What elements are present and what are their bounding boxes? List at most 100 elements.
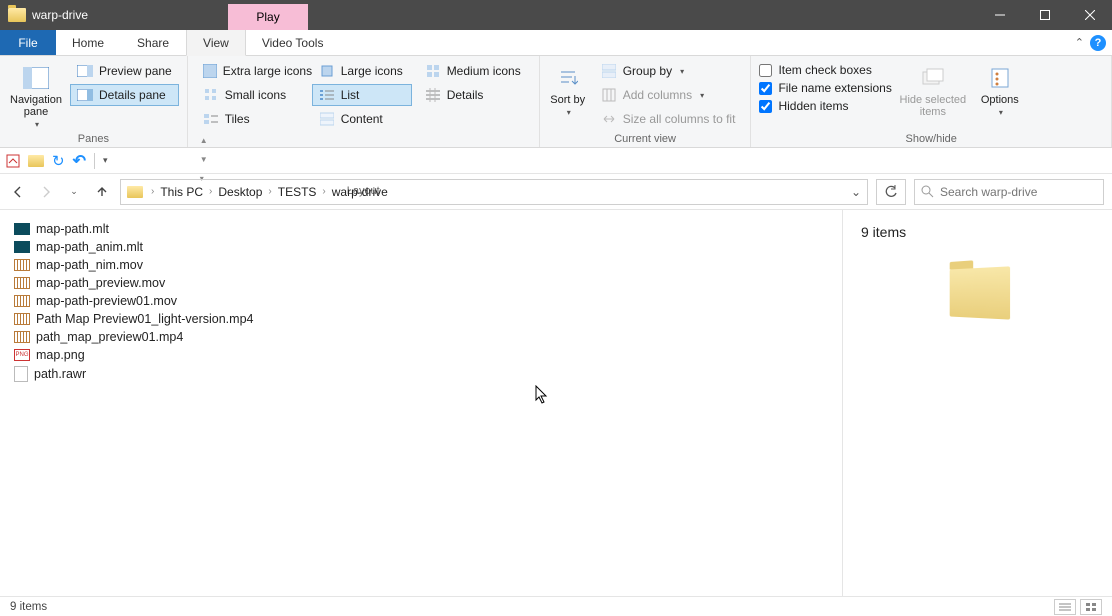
details-pane-button[interactable]: Details pane <box>70 84 179 106</box>
view-thumbnails-button[interactable] <box>1080 599 1102 615</box>
item-check-boxes-toggle[interactable]: Item check boxes <box>759 62 891 78</box>
layout-tiles[interactable]: Tiles <box>196 108 306 130</box>
sort-by-button[interactable]: Sort by▾ <box>548 60 588 117</box>
qat-redo-icon[interactable]: ↻ <box>52 152 65 170</box>
group-current-view-label: Current view <box>548 131 743 145</box>
mov-file-icon <box>14 295 30 307</box>
size-columns-icon <box>601 111 617 127</box>
collapse-ribbon-icon[interactable]: ⌃ <box>1075 36 1084 49</box>
details-pane-label: Details pane <box>99 88 166 102</box>
address-dropdown-icon[interactable]: ⌄ <box>845 185 867 199</box>
layout-extra-large[interactable]: Extra large icons <box>196 60 306 82</box>
tab-home[interactable]: Home <box>56 30 121 55</box>
context-tab-play[interactable]: Play <box>228 4 308 30</box>
search-input[interactable] <box>940 185 1097 199</box>
ribbon: Navigation pane ▾ Preview pane Details p… <box>0 56 1112 148</box>
navigation-pane-button[interactable]: Navigation pane ▾ <box>8 60 64 129</box>
search-icon <box>921 185 934 198</box>
mlt-file-icon <box>14 241 30 253</box>
list-item[interactable]: map-path_preview.mov <box>14 274 828 292</box>
recent-locations-button[interactable]: ⌄ <box>64 182 84 202</box>
list-item[interactable]: path_map_preview01.mp4 <box>14 328 828 346</box>
hidden-items-toggle[interactable]: Hidden items <box>759 98 891 114</box>
details-icon <box>425 87 441 103</box>
file-list[interactable]: map-path.mlt map-path_anim.mlt map-path_ni… <box>0 210 842 596</box>
help-icon[interactable]: ? <box>1090 35 1106 51</box>
file-name: path_map_preview01.mp4 <box>36 330 183 344</box>
breadcrumb-this-pc[interactable]: This PC <box>156 185 207 199</box>
layout-details[interactable]: Details <box>418 84 528 106</box>
layout-large[interactable]: Large icons <box>312 60 412 82</box>
sort-icon <box>554 64 582 92</box>
file-name: map.png <box>36 348 85 362</box>
details-pane: 9 items <box>842 210 1112 596</box>
group-current-view: Sort by▾ Group by▾ Add columns▾ Size all… <box>540 56 752 147</box>
folder-icon <box>8 8 26 22</box>
minimize-button[interactable] <box>977 0 1022 30</box>
layout-medium[interactable]: Medium icons <box>418 60 528 82</box>
png-file-icon: PNG <box>14 349 30 361</box>
layout-scroll-down[interactable]: ▼ <box>200 155 208 164</box>
refresh-button[interactable] <box>876 179 906 205</box>
qat-customize-icon[interactable]: ▾ <box>103 155 108 166</box>
list-item[interactable]: map-path.mlt <box>14 220 828 238</box>
layout-small[interactable]: Small icons <box>196 84 306 106</box>
list-item[interactable]: map-path-preview01.mov <box>14 292 828 310</box>
layout-content[interactable]: Content <box>312 108 412 130</box>
details-pane-icon <box>77 87 93 103</box>
list-item[interactable]: Path Map Preview01_light-version.mp4 <box>14 310 828 328</box>
qat-properties-icon[interactable] <box>6 154 20 168</box>
qat-undo-icon[interactable]: ↶ <box>73 151 86 171</box>
tab-file[interactable]: File <box>0 30 56 55</box>
file-name: map-path_preview.mov <box>36 276 165 290</box>
size-columns-button[interactable]: Size all columns to fit <box>594 108 743 130</box>
tab-video-tools[interactable]: Video Tools <box>246 30 341 55</box>
file-name-extensions-toggle[interactable]: File name extensions <box>759 80 891 96</box>
layout-list[interactable]: List <box>312 84 412 106</box>
navigation-pane-icon <box>22 64 50 92</box>
group-by-button[interactable]: Group by▾ <box>594 60 743 82</box>
options-label: Options <box>981 94 1019 106</box>
sm-icon <box>203 87 219 103</box>
mov-file-icon <box>14 259 30 271</box>
mov-file-icon <box>14 277 30 289</box>
group-icon <box>601 63 617 79</box>
options-button[interactable]: Options▾ <box>974 60 1026 117</box>
add-columns-icon <box>601 87 617 103</box>
list-item[interactable]: map-path_anim.mlt <box>14 238 828 256</box>
search-box[interactable] <box>914 179 1104 205</box>
back-button[interactable] <box>8 182 28 202</box>
view-details-button[interactable] <box>1054 599 1076 615</box>
lg-icon <box>319 63 335 79</box>
quick-access-toolbar: ↻ ↶ ▾ <box>0 148 1112 174</box>
up-button[interactable] <box>92 182 112 202</box>
preview-pane-icon <box>77 63 93 79</box>
chevron-right-icon[interactable]: › <box>149 186 156 197</box>
list-item[interactable]: map-path_nim.mov <box>14 256 828 274</box>
blank-file-icon <box>14 366 28 382</box>
maximize-button[interactable] <box>1022 0 1067 30</box>
add-columns-button[interactable]: Add columns▾ <box>594 84 743 106</box>
title-bar: warp-drive Play <box>0 0 1112 30</box>
chevron-right-icon[interactable]: › <box>266 186 273 197</box>
chevron-right-icon[interactable]: › <box>320 186 327 197</box>
list-item[interactable]: PNG map.png <box>14 346 828 364</box>
breadcrumb-desktop[interactable]: Desktop <box>214 185 266 199</box>
file-name: map-path_anim.mlt <box>36 240 143 254</box>
close-button[interactable] <box>1067 0 1112 30</box>
qat-new-folder-icon[interactable] <box>28 155 44 167</box>
chevron-right-icon[interactable]: › <box>207 186 214 197</box>
list-item[interactable]: path.rawr <box>14 364 828 384</box>
hide-selected-button[interactable]: Hide selected items <box>898 60 968 118</box>
tab-view[interactable]: View <box>186 30 246 56</box>
address-bar[interactable]: › This PC › Desktop › TESTS › warp-drive… <box>120 179 868 205</box>
file-name: map-path-preview01.mov <box>36 294 177 308</box>
preview-pane-button[interactable]: Preview pane <box>70 60 179 82</box>
breadcrumb-warp-drive[interactable]: warp-drive <box>328 185 392 199</box>
tiles-icon <box>203 111 219 127</box>
forward-button[interactable] <box>36 182 56 202</box>
layout-scroll-up[interactable]: ▲ <box>200 136 208 145</box>
tab-share[interactable]: Share <box>121 30 186 55</box>
mov-file-icon <box>14 331 30 343</box>
breadcrumb-tests[interactable]: TESTS <box>274 185 321 199</box>
